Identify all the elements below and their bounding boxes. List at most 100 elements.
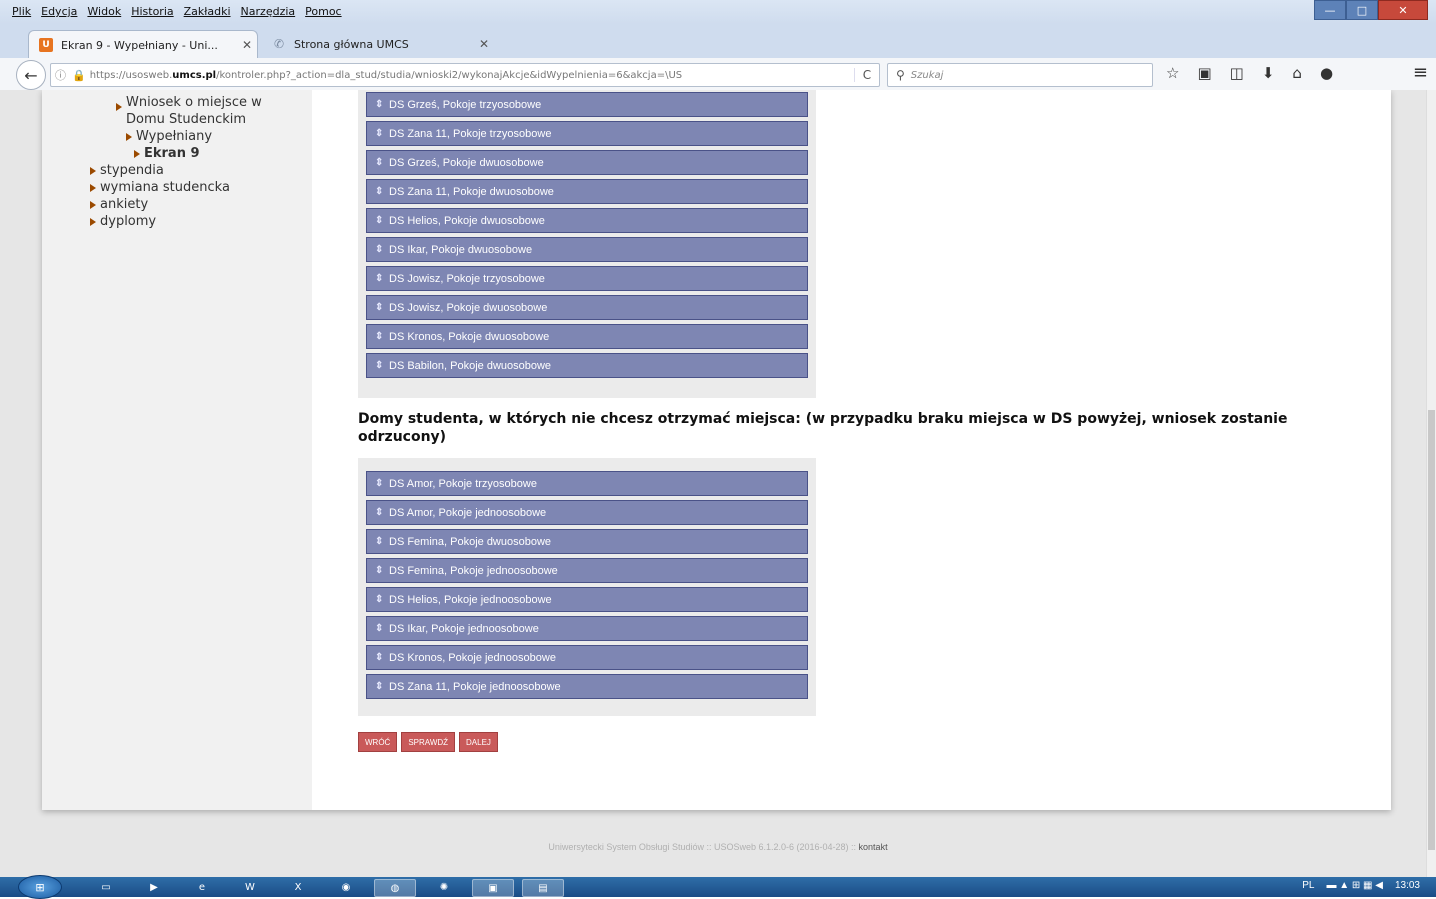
- drag-handle-icon[interactable]: ⇕: [375, 623, 383, 634]
- drag-handle-icon[interactable]: ⇕: [375, 302, 383, 313]
- url-text[interactable]: https://usosweb.umcs.pl/kontroler.php?_a…: [90, 70, 854, 81]
- dorm-list-item[interactable]: ⇕ DS Femina, Pokoje dwuosobowe: [366, 529, 808, 554]
- dorm-list-item[interactable]: ⇕ DS Jowisz, Pokoje trzyosobowe: [366, 266, 808, 291]
- nav-item[interactable]: Wypełniany: [42, 128, 262, 145]
- reading-list-icon[interactable]: ▣: [1197, 64, 1211, 82]
- dorm-list-item[interactable]: ⇕ DS Helios, Pokoje jednoosobowe: [366, 587, 808, 612]
- drag-handle-icon[interactable]: ⇕: [375, 244, 383, 255]
- next-button[interactable]: DALEJ: [459, 732, 498, 752]
- dorm-label: DS Ikar, Pokoje dwuosobowe: [389, 243, 533, 256]
- drag-handle-icon[interactable]: ⇕: [375, 681, 383, 692]
- firefox-icon[interactable]: ◍: [374, 879, 416, 897]
- tab-umcs[interactable]: ✆ Strona główna UMCS ✕: [262, 30, 494, 58]
- dorm-list-item[interactable]: ⇕ DS Zana 11, Pokoje trzyosobowe: [366, 121, 808, 146]
- drag-handle-icon[interactable]: ⇕: [375, 360, 383, 371]
- dorm-list-item[interactable]: ⇕ DS Babilon, Pokoje dwuosobowe: [366, 353, 808, 378]
- language-indicator[interactable]: PL: [1302, 880, 1314, 891]
- dorm-list-item[interactable]: ⇕ DS Ikar, Pokoje dwuosobowe: [366, 237, 808, 262]
- dorm-list-item[interactable]: ⇕ DS Helios, Pokoje dwuosobowe: [366, 208, 808, 233]
- dorm-label: DS Zana 11, Pokoje trzyosobowe: [389, 127, 552, 140]
- drag-handle-icon[interactable]: ⇕: [375, 215, 383, 226]
- start-button[interactable]: ⊞: [18, 875, 62, 899]
- dorm-label: DS Jowisz, Pokoje trzyosobowe: [389, 272, 545, 285]
- dorm-list-item[interactable]: ⇕ DS Zana 11, Pokoje jednoosobowe: [366, 674, 808, 699]
- menu-item[interactable]: Widok: [87, 5, 121, 18]
- drag-handle-icon[interactable]: ⇕: [375, 99, 383, 110]
- dorm-list-item[interactable]: ⇕ DS Grześ, Pokoje dwuosobowe: [366, 150, 808, 175]
- close-tab-icon[interactable]: ✕: [474, 37, 494, 51]
- clock[interactable]: 13:03: [1395, 880, 1420, 891]
- nav-item[interactable]: stypendia: [42, 162, 262, 179]
- windows-taskbar: ⊞ ▭ ▶ e W X ◉ ◍ ✺ ▣ ▤ PL ▬ ▲ ⊞ ▦ ◀ 13:03: [0, 875, 1436, 899]
- address-bar[interactable]: ⓘ 🔒 https://usosweb.umcs.pl/kontroler.ph…: [50, 63, 880, 87]
- contact-link[interactable]: kontakt: [859, 842, 888, 852]
- dorm-list-item[interactable]: ⇕ DS Amor, Pokoje trzyosobowe: [366, 471, 808, 496]
- drag-handle-icon[interactable]: ⇕: [375, 186, 383, 197]
- menu-item[interactable]: Edycja: [41, 5, 77, 18]
- app-icon[interactable]: ✺: [424, 879, 464, 895]
- pocket-icon[interactable]: ◫: [1230, 64, 1244, 82]
- chat-icon[interactable]: ●: [1320, 64, 1333, 82]
- app-window-icon[interactable]: ▣: [472, 879, 514, 897]
- hamburger-menu-icon[interactable]: ≡: [1413, 62, 1428, 83]
- menu-item[interactable]: Pomoc: [305, 5, 341, 18]
- nav-item[interactable]: Wniosek o miejsce w: [42, 94, 262, 111]
- explorer-icon[interactable]: ▭: [86, 879, 126, 895]
- maximize-button[interactable]: □: [1346, 0, 1378, 20]
- dorm-list-item[interactable]: ⇕ DS Femina, Pokoje jednoosobowe: [366, 558, 808, 583]
- info-icon[interactable]: ⓘ: [55, 67, 66, 83]
- word-icon[interactable]: W: [230, 879, 270, 895]
- page-footer: Uniwersytecki System Obsługi Studiów :: …: [548, 842, 888, 852]
- bookmark-star-icon[interactable]: ☆: [1166, 64, 1179, 82]
- dorm-list-item[interactable]: ⇕ DS Grześ, Pokoje trzyosobowe: [366, 92, 808, 117]
- nav-item[interactable]: ankiety: [42, 196, 262, 213]
- menu-item[interactable]: Zakładki: [184, 5, 231, 18]
- tray-icons[interactable]: ▬ ▲ ⊞ ▦ ◀: [1326, 880, 1383, 891]
- download-icon[interactable]: ⬇: [1262, 64, 1275, 82]
- tab-ekran9[interactable]: U Ekran 9 - Wypełniany - Uni... ✕: [28, 30, 258, 59]
- bullet-arrow-icon: [90, 184, 96, 192]
- nav-item[interactable]: dyplomy: [42, 213, 262, 230]
- search-input[interactable]: ⚲ Szukaj: [887, 63, 1153, 87]
- drag-handle-icon[interactable]: ⇕: [375, 478, 383, 489]
- home-icon[interactable]: ⌂: [1292, 64, 1302, 82]
- nav-item-label: Wypełniany: [136, 129, 213, 144]
- drag-handle-icon[interactable]: ⇕: [375, 331, 383, 342]
- menu-item[interactable]: Historia: [131, 5, 173, 18]
- app-window-icon-2[interactable]: ▤: [522, 879, 564, 897]
- toolbar-icons: ☆ ▣ ◫ ⬇ ⌂ ●: [1166, 64, 1333, 82]
- drag-handle-icon[interactable]: ⇕: [375, 507, 383, 518]
- dorm-list-item[interactable]: ⇕ DS Zana 11, Pokoje dwuosobowe: [366, 179, 808, 204]
- drag-handle-icon[interactable]: ⇕: [375, 128, 383, 139]
- dorm-list-item[interactable]: ⇕ DS Jowisz, Pokoje dwuosobowe: [366, 295, 808, 320]
- chrome-icon[interactable]: ◉: [326, 879, 366, 895]
- close-tab-icon[interactable]: ✕: [237, 38, 257, 52]
- drag-handle-icon[interactable]: ⇕: [375, 157, 383, 168]
- nav-item[interactable]: Domu Studenckim: [42, 111, 262, 128]
- drag-handle-icon[interactable]: ⇕: [375, 652, 383, 663]
- dorm-list-item[interactable]: ⇕ DS Kronos, Pokoje dwuosobowe: [366, 324, 808, 349]
- nav-item[interactable]: Ekran 9: [42, 145, 262, 162]
- dorm-list-item[interactable]: ⇕ DS Kronos, Pokoje jednoosobowe: [366, 645, 808, 670]
- drag-handle-icon[interactable]: ⇕: [375, 565, 383, 576]
- dorm-list-item[interactable]: ⇕ DS Ikar, Pokoje jednoosobowe: [366, 616, 808, 641]
- check-button[interactable]: SPRAWDŹ: [401, 732, 456, 752]
- menu-item[interactable]: Narzędzia: [241, 5, 296, 18]
- ie-icon[interactable]: e: [182, 879, 222, 895]
- media-player-icon[interactable]: ▶: [134, 879, 174, 895]
- dorm-list-item[interactable]: ⇕ DS Amor, Pokoje jednoosobowe: [366, 500, 808, 525]
- drag-handle-icon[interactable]: ⇕: [375, 536, 383, 547]
- back-button[interactable]: WRÓĆ: [358, 732, 398, 752]
- back-arrow-icon[interactable]: ←: [16, 60, 46, 90]
- drag-handle-icon[interactable]: ⇕: [375, 594, 383, 605]
- reload-icon[interactable]: C: [854, 68, 879, 82]
- bullet-arrow-icon: [134, 150, 140, 158]
- drag-handle-icon[interactable]: ⇕: [375, 273, 383, 284]
- minimize-button[interactable]: —: [1314, 0, 1346, 20]
- excel-icon[interactable]: X: [278, 879, 318, 895]
- close-window-button[interactable]: ✕: [1378, 0, 1428, 20]
- vertical-scrollbar[interactable]: [1426, 90, 1436, 877]
- nav-item[interactable]: wymiana studencka: [42, 179, 262, 196]
- menu-item[interactable]: Plik: [12, 5, 31, 18]
- scrollbar-thumb[interactable]: [1428, 410, 1435, 850]
